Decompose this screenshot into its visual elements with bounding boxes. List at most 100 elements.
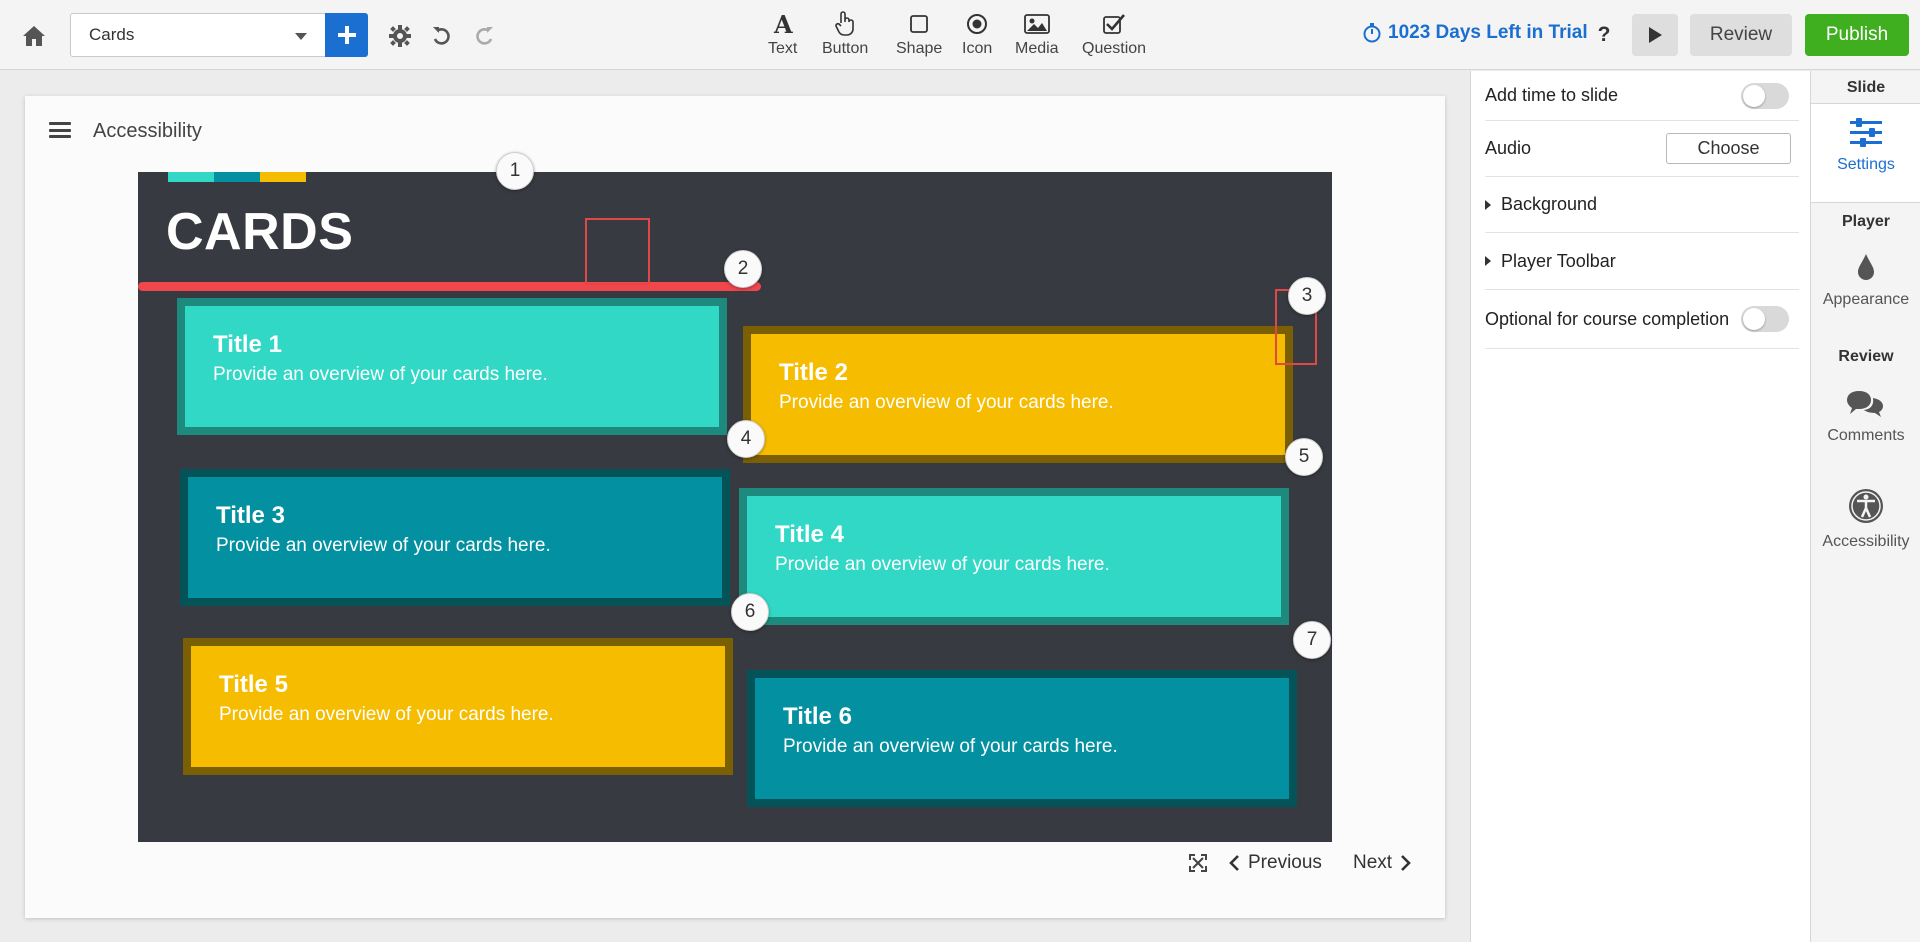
tab-appearance[interactable]: Appearance bbox=[1811, 253, 1920, 309]
focus-order-badge-6[interactable]: 6 bbox=[731, 593, 769, 631]
redo-icon[interactable] bbox=[468, 20, 500, 52]
audio-label: Audio bbox=[1485, 138, 1532, 158]
card-title: Title 2 bbox=[779, 359, 848, 386]
slide-select-value: Cards bbox=[89, 25, 135, 44]
insert-shape-button[interactable]: Shape bbox=[896, 10, 942, 62]
card-description: Provide an overview of your cards here. bbox=[783, 736, 1118, 757]
chevron-left-icon bbox=[1229, 855, 1239, 871]
fullscreen-icon[interactable] bbox=[1189, 849, 1207, 877]
add-time-row: Add time to slide bbox=[1485, 71, 1799, 121]
rail-heading-slide: Slide bbox=[1846, 79, 1886, 96]
player-frame: Accessibility CARDS Title 1 Provide an o… bbox=[25, 96, 1445, 918]
help-button[interactable]: ? bbox=[1592, 20, 1616, 50]
card-3[interactable]: Title 3 Provide an overview of your card… bbox=[180, 469, 730, 606]
checkbox-icon bbox=[1102, 10, 1126, 38]
accessibility-icon bbox=[1849, 489, 1883, 523]
slide-select[interactable]: Cards bbox=[70, 13, 326, 57]
accent-bar-dark-teal bbox=[214, 172, 260, 182]
gear-icon[interactable] bbox=[384, 20, 416, 52]
choose-audio-button[interactable]: Choose bbox=[1666, 133, 1791, 164]
insert-question-label: Question bbox=[1082, 40, 1147, 57]
insert-icon-label: Icon bbox=[962, 40, 993, 57]
tab-settings[interactable]: Settings bbox=[1811, 103, 1920, 203]
chevron-down-icon bbox=[295, 33, 307, 40]
optional-completion-label: Optional for course completion bbox=[1485, 308, 1730, 329]
rail-heading-review: Review bbox=[1838, 348, 1894, 365]
undo-icon[interactable] bbox=[426, 20, 458, 52]
focus-order-badge-4[interactable]: 4 bbox=[727, 420, 765, 458]
caret-right-icon bbox=[1485, 256, 1491, 266]
card-description: Provide an overview of your cards here. bbox=[219, 704, 554, 725]
stopwatch-icon bbox=[1363, 23, 1381, 43]
home-icon[interactable] bbox=[18, 20, 50, 52]
card-6[interactable]: Title 6 Provide an overview of your card… bbox=[747, 670, 1297, 807]
audio-row: Audio Choose bbox=[1485, 121, 1799, 177]
card-description: Provide an overview of your cards here. bbox=[775, 554, 1110, 575]
play-icon bbox=[1649, 27, 1662, 43]
focus-order-badge-2[interactable]: 2 bbox=[724, 250, 762, 288]
card-description: Provide an overview of your cards here. bbox=[779, 392, 1114, 413]
trial-text: 1023 Days Left in Trial bbox=[1388, 22, 1588, 43]
card-title: Title 1 bbox=[213, 331, 282, 358]
preview-play-button[interactable] bbox=[1632, 14, 1678, 56]
tab-comments[interactable]: Comments bbox=[1811, 389, 1920, 445]
sliders-icon bbox=[1850, 118, 1882, 147]
background-label: Background bbox=[1501, 194, 1598, 214]
review-button[interactable]: Review bbox=[1690, 14, 1792, 56]
publish-button[interactable]: Publish bbox=[1805, 14, 1909, 56]
comments-icon bbox=[1847, 391, 1883, 417]
insert-text-button[interactable]: A Text bbox=[768, 10, 797, 62]
card-1[interactable]: Title 1 Provide an overview of your card… bbox=[177, 298, 727, 435]
card-description: Provide an overview of your cards here. bbox=[213, 364, 548, 385]
tab-accessibility[interactable]: Accessibility bbox=[1811, 487, 1920, 551]
focus-order-badge-1[interactable]: 1 bbox=[496, 152, 534, 190]
insert-button-button[interactable]: Button bbox=[822, 10, 868, 62]
insert-text-label: Text bbox=[768, 40, 798, 57]
hamburger-menu-icon[interactable] bbox=[49, 118, 71, 142]
add-slide-button[interactable] bbox=[325, 13, 368, 57]
hand-pointer-icon bbox=[833, 10, 857, 38]
insert-media-button[interactable]: Media bbox=[1015, 10, 1059, 62]
accent-bar-yellow bbox=[260, 172, 306, 182]
focus-order-badge-3[interactable]: 3 bbox=[1288, 277, 1326, 315]
plus-icon bbox=[337, 26, 356, 44]
card-title: Title 4 bbox=[775, 521, 844, 548]
add-time-label: Add time to slide bbox=[1485, 85, 1619, 105]
add-time-toggle[interactable] bbox=[1741, 83, 1789, 109]
focus-order-badge-5[interactable]: 5 bbox=[1285, 438, 1323, 476]
insert-icon-button[interactable]: Icon bbox=[962, 10, 992, 62]
card-title: Title 5 bbox=[219, 671, 288, 698]
next-button[interactable]: Next bbox=[1353, 849, 1412, 877]
player-toolbar-section-toggle[interactable]: Player Toolbar bbox=[1485, 233, 1799, 290]
trial-status[interactable]: 1023 Days Left in Trial bbox=[1362, 22, 1588, 44]
svg-text:A: A bbox=[773, 12, 793, 36]
text-icon: A bbox=[772, 10, 794, 38]
player-toolbar-label: Player Toolbar bbox=[1501, 250, 1616, 271]
previous-button[interactable]: Previous bbox=[1228, 849, 1322, 877]
image-icon bbox=[1023, 10, 1050, 38]
top-toolbar: Cards A Text Button Shape Icon Media Que… bbox=[0, 0, 1920, 70]
tab-appearance-label: Appearance bbox=[1822, 291, 1910, 308]
player-title: Accessibility bbox=[93, 120, 202, 142]
card-title: Title 3 bbox=[216, 502, 285, 529]
card-5[interactable]: Title 5 Provide an overview of your card… bbox=[183, 638, 733, 775]
focus-order-badge-7[interactable]: 7 bbox=[1293, 621, 1331, 659]
card-title: Title 6 bbox=[783, 703, 852, 730]
optional-completion-row: Optional for course completion bbox=[1485, 290, 1799, 349]
card-description: Provide an overview of your cards here. bbox=[216, 535, 551, 556]
slide-heading[interactable]: CARDS bbox=[166, 202, 353, 262]
card-2[interactable]: Title 2 Provide an overview of your card… bbox=[743, 326, 1293, 463]
tab-settings-label: Settings bbox=[1837, 156, 1895, 173]
rail-heading-player: Player bbox=[1841, 213, 1891, 230]
droplet-icon bbox=[1858, 254, 1874, 280]
caret-right-icon bbox=[1485, 199, 1491, 210]
chevron-right-icon bbox=[1401, 855, 1411, 871]
background-section-toggle[interactable]: Background bbox=[1485, 177, 1799, 233]
square-icon bbox=[909, 10, 929, 38]
card-4[interactable]: Title 4 Provide an overview of your card… bbox=[739, 488, 1289, 625]
previous-label: Previous bbox=[1248, 852, 1322, 873]
properties-tab-rail: Slide Settings Player Appearance Review … bbox=[1810, 71, 1920, 942]
tab-accessibility-label: Accessibility bbox=[1822, 533, 1910, 550]
optional-completion-toggle[interactable] bbox=[1741, 306, 1789, 332]
insert-question-button[interactable]: Question bbox=[1082, 10, 1146, 62]
